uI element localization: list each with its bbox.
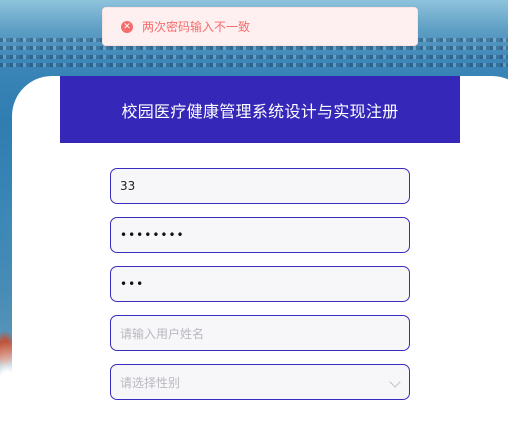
background-detail — [0, 46, 508, 50]
error-circle-icon: ✕ — [121, 20, 133, 33]
chevron-down-icon — [389, 376, 401, 388]
background-detail — [0, 63, 508, 67]
confirm-password-input[interactable]: ••• — [110, 266, 410, 302]
background-detail — [0, 55, 508, 59]
register-header: 校园医疗健康管理系统设计与实现注册 — [60, 76, 460, 143]
error-toast: ✕ 两次密码输入不一致 — [102, 7, 418, 46]
toast-message: 两次密码输入不一致 — [142, 20, 251, 34]
username-value: 33 — [120, 179, 136, 193]
gender-select[interactable]: 请选择性别 — [110, 364, 410, 400]
confirm-password-value: ••• — [120, 277, 145, 291]
page-title: 校园医疗健康管理系统设计与实现注册 — [121, 101, 399, 121]
password-value: •••••••• — [120, 228, 185, 242]
password-input[interactable]: •••••••• — [110, 217, 410, 253]
gender-placeholder: 请选择性别 — [120, 375, 181, 390]
name-placeholder: 请输入用户姓名 — [120, 326, 205, 341]
name-input[interactable]: 请输入用户姓名 — [110, 315, 410, 351]
username-input[interactable]: 33 — [110, 168, 410, 204]
